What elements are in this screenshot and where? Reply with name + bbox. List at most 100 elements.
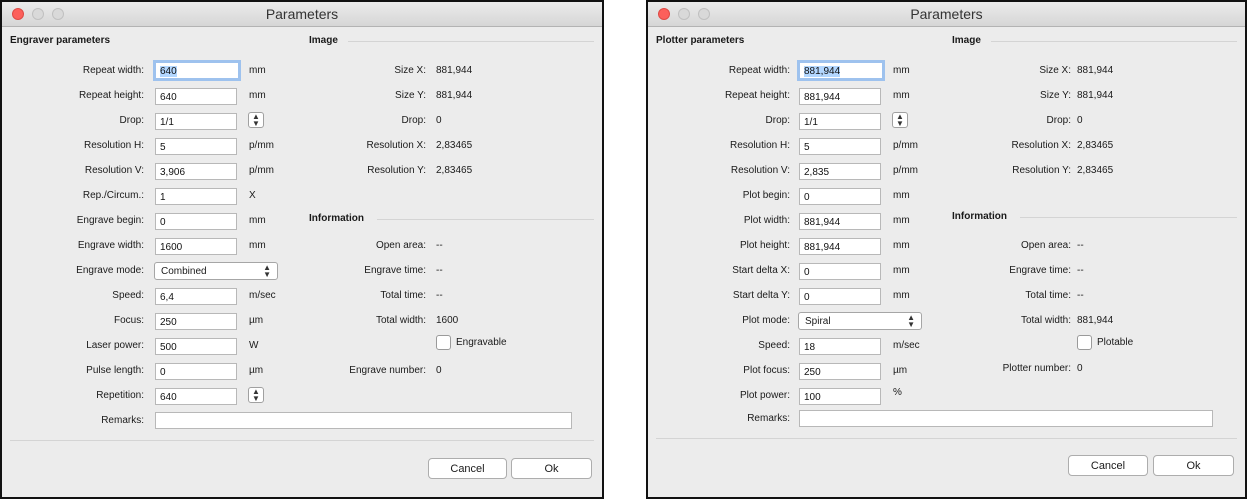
plot-height-input[interactable]: 881,944: [799, 238, 881, 255]
engrave-begin-input[interactable]: 0: [155, 213, 237, 230]
label-repeat-height: Repeat height:: [78, 90, 144, 101]
drop-stepper[interactable]: ▲ ▼: [248, 112, 264, 128]
repeat-width-input[interactable]: 881,944: [797, 60, 885, 81]
label-plot-power: Plot power:: [739, 390, 790, 401]
unit-repeat-height: mm: [249, 90, 266, 101]
divider: [1020, 217, 1237, 218]
image-resolution-x-label: Resolution X:: [366, 140, 426, 151]
laser-power-input[interactable]: 500: [155, 338, 237, 355]
resolution-v-input[interactable]: 2,835: [799, 163, 881, 180]
image-resolution-y-value: 2,83465: [1077, 165, 1114, 176]
unit-resolution-h: p/mm: [249, 140, 274, 151]
engrave-width-input[interactable]: 1600: [155, 238, 237, 255]
unit-plot-width: mm: [893, 215, 910, 226]
image-resolution-x-value: 2,83465: [1077, 140, 1114, 151]
engraver-parameters-window: Parameters Engraver parameters Image Rep…: [0, 0, 604, 499]
repeat-width-input[interactable]: 640: [153, 60, 241, 81]
resolution-h-input[interactable]: 5: [155, 138, 237, 155]
engrave-mode-select[interactable]: Combined ▲ ▼: [154, 262, 278, 280]
engrave-time-label: Engrave time:: [1009, 265, 1071, 276]
engravable-label: Engravable: [456, 337, 507, 348]
unit-engrave-begin: mm: [249, 215, 266, 226]
plot-width-input[interactable]: 881,944: [799, 213, 881, 230]
updown-chevron-icon: ▲ ▼: [263, 263, 271, 279]
label-plot-mode: Plot mode:: [742, 315, 790, 326]
repetition-input[interactable]: 640: [155, 388, 237, 405]
label-speed: Speed:: [112, 290, 144, 301]
label-repeat-height: Repeat height:: [724, 90, 790, 101]
speed-input[interactable]: 18: [799, 338, 881, 355]
unit-repeat-width: mm: [893, 65, 910, 76]
engrave-number-label: Engrave number:: [349, 365, 426, 376]
plot-power-input[interactable]: 100: [799, 388, 881, 405]
drop-stepper[interactable]: ▲ ▼: [892, 112, 908, 128]
plot-mode-select[interactable]: Spiral ▲ ▼: [798, 312, 922, 330]
title-bar[interactable]: Parameters: [648, 2, 1245, 27]
repeat-height-input[interactable]: 881,944: [799, 88, 881, 105]
remarks-input[interactable]: [155, 412, 572, 429]
unit-laser-power: W: [249, 340, 259, 351]
open-area-value: --: [436, 240, 443, 251]
repetition-stepper[interactable]: ▲ ▼: [248, 387, 264, 403]
cancel-button[interactable]: Cancel: [1068, 455, 1148, 476]
plot-begin-input[interactable]: 0: [799, 188, 881, 205]
label-resolution-h: Resolution H:: [729, 140, 790, 151]
label-resolution-v: Resolution V:: [730, 165, 790, 176]
ok-button[interactable]: Ok: [511, 458, 592, 479]
resolution-v-input[interactable]: 3,906: [155, 163, 237, 180]
image-resolution-y-label: Resolution Y:: [367, 165, 426, 176]
label-resolution-v: Resolution V:: [84, 165, 144, 176]
unit-start-delta-x: mm: [893, 265, 910, 276]
unit-repeat-width: mm: [249, 65, 266, 76]
label-engrave-begin: Engrave begin:: [76, 215, 144, 226]
image-drop-value: 0: [1077, 115, 1083, 126]
resolution-h-input[interactable]: 5: [799, 138, 881, 155]
total-time-label: Total time:: [380, 290, 426, 301]
unit-resolution-v: p/mm: [249, 165, 274, 176]
label-laser-power: Laser power:: [86, 340, 144, 351]
repeat-height-input[interactable]: 640: [155, 88, 237, 105]
plotable-checkbox[interactable]: [1077, 335, 1092, 350]
label-drop: Drop:: [765, 115, 790, 126]
image-size-x-value: 881,944: [436, 65, 473, 76]
drop-input[interactable]: 1/1: [799, 113, 881, 130]
image-size-y-label: Size Y:: [1040, 90, 1071, 101]
unit-speed: m/sec: [893, 340, 920, 351]
start-delta-y-input[interactable]: 0: [799, 288, 881, 305]
rep-circum-input[interactable]: 1: [155, 188, 237, 205]
bottom-divider: [10, 440, 594, 441]
speed-input[interactable]: 6,4: [155, 288, 237, 305]
label-pulse-length: Pulse length:: [86, 365, 144, 376]
plot-focus-input[interactable]: 250: [799, 363, 881, 380]
image-drop-label: Drop:: [1046, 115, 1071, 126]
remarks-input[interactable]: [799, 410, 1213, 427]
engravable-checkbox[interactable]: [436, 335, 451, 350]
engrave-time-value: --: [436, 265, 443, 276]
image-size-y-value: 881,944: [1077, 90, 1114, 101]
start-delta-x-input[interactable]: 0: [799, 263, 881, 280]
drop-input[interactable]: 1/1: [155, 113, 237, 130]
title-bar[interactable]: Parameters: [2, 2, 602, 27]
image-resolution-y-label: Resolution Y:: [1012, 165, 1071, 176]
ok-button[interactable]: Ok: [1153, 455, 1234, 476]
cancel-button[interactable]: Cancel: [428, 458, 507, 479]
label-repeat-width: Repeat width:: [728, 65, 790, 76]
image-size-y-label: Size Y:: [395, 90, 426, 101]
label-plot-width: Plot width:: [743, 215, 790, 226]
image-resolution-x-value: 2,83465: [436, 140, 473, 151]
unit-speed: m/sec: [249, 290, 276, 301]
focus-input[interactable]: 250: [155, 313, 237, 330]
divider: [348, 41, 594, 42]
total-width-value: 881,944: [1077, 315, 1114, 326]
unit-repeat-height: mm: [893, 90, 910, 101]
total-time-value: --: [1077, 290, 1084, 301]
pulse-length-input[interactable]: 0: [155, 363, 237, 380]
label-focus: Focus:: [113, 315, 144, 326]
label-engrave-mode: Engrave mode:: [76, 265, 144, 276]
label-repetition: Repetition:: [96, 390, 144, 401]
unit-pulse-length: µm: [249, 365, 264, 376]
bottom-divider: [656, 438, 1237, 439]
image-resolution-x-label: Resolution X:: [1011, 140, 1071, 151]
engrave-time-label: Engrave time:: [364, 265, 426, 276]
unit-engrave-width: mm: [249, 240, 266, 251]
